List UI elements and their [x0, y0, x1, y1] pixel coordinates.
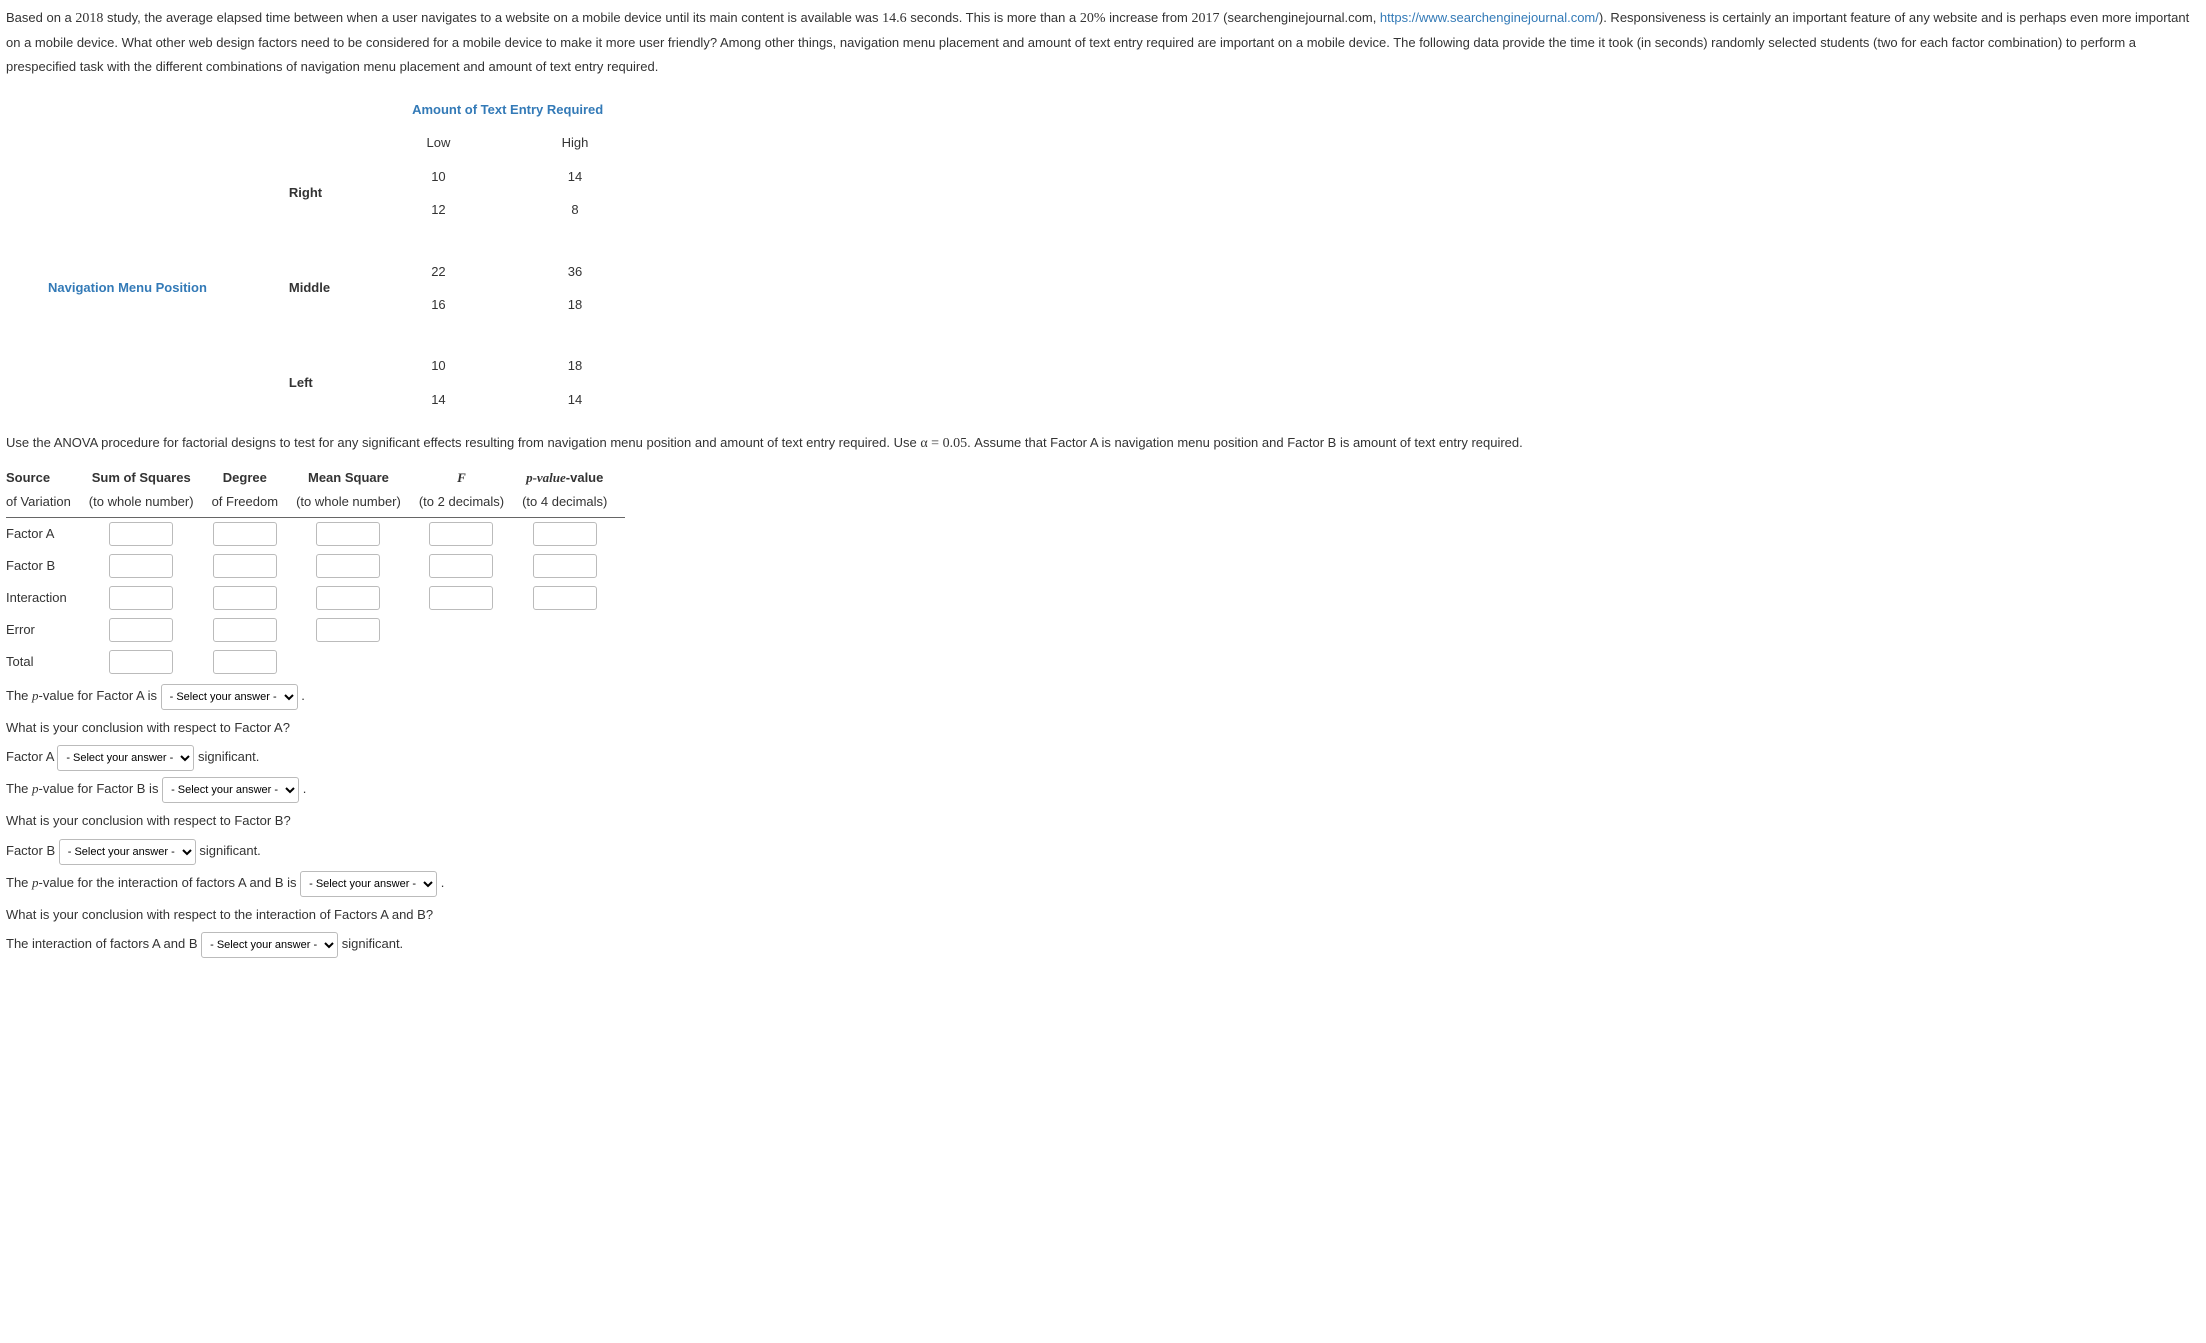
question-interaction-significant: The interaction of factors A and B - Sel… — [6, 932, 2200, 958]
text: study, the average elapsed time between … — [103, 10, 882, 25]
cell: 14 — [507, 161, 643, 192]
text: Based on a — [6, 10, 75, 25]
question-pvalue-factor-b: The p-value for Factor B is - Select you… — [6, 777, 2200, 803]
cell: 10 — [372, 161, 505, 192]
input-total-ss[interactable] — [109, 650, 173, 674]
percent-value: 20% — [1080, 11, 1106, 26]
input-factor-a-f[interactable] — [429, 522, 493, 546]
header-df: Degreeof Freedom — [212, 462, 296, 517]
input-interaction-df[interactable] — [213, 586, 277, 610]
input-total-df[interactable] — [213, 650, 277, 674]
question-pvalue-factor-a: The p-value for Factor A is - Select you… — [6, 684, 2200, 710]
cell: 22 — [372, 256, 505, 287]
select-interaction-significant[interactable]: - Select your answer - — [201, 932, 338, 958]
question-conclusion-interaction: What is your conclusion with respect to … — [6, 903, 2200, 926]
cell: 8 — [507, 194, 643, 225]
row-factor-b: Factor B — [6, 550, 89, 582]
select-pvalue-interaction[interactable]: - Select your answer - — [300, 871, 437, 897]
year-2017: 2017 — [1192, 11, 1220, 26]
question-pvalue-interaction: The p-value for the interaction of facto… — [6, 871, 2200, 897]
input-interaction-ss[interactable] — [109, 586, 173, 610]
seconds-value: 14.6 — [882, 11, 907, 26]
input-factor-b-f[interactable] — [429, 554, 493, 578]
anova-table: Sourceof Variation Sum of Squares(to who… — [6, 462, 625, 678]
input-factor-b-p[interactable] — [533, 554, 597, 578]
question-factor-b-significant: Factor B - Select your answer - signific… — [6, 839, 2200, 865]
data-table: Amount of Text Entry Required Low High R… — [6, 92, 645, 417]
question-conclusion-b: What is your conclusion with respect to … — [6, 809, 2200, 832]
row-factor-a: Factor A — [6, 518, 89, 551]
column-group-header: Amount of Text Entry Required — [372, 94, 643, 125]
cell: 14 — [507, 384, 643, 415]
input-factor-a-df[interactable] — [213, 522, 277, 546]
cell: 12 — [372, 194, 505, 225]
header-pvalue: p-value-value(to 4 decimals) — [522, 462, 625, 517]
col-low: Low — [372, 127, 505, 158]
row-error: Error — [6, 614, 89, 646]
text: (searchenginejournal.com, — [1220, 10, 1380, 25]
col-high: High — [507, 127, 643, 158]
text: seconds. This is more than a — [907, 10, 1080, 25]
header-ss: Sum of Squares(to whole number) — [89, 462, 212, 517]
text: increase from — [1106, 10, 1192, 25]
cell: 16 — [372, 289, 505, 320]
input-factor-a-ms[interactable] — [316, 522, 380, 546]
row-total: Total — [6, 646, 89, 678]
row-group-header: Navigation Menu Position — [8, 256, 247, 321]
source-link[interactable]: https://www.searchenginejournal.com/ — [1380, 10, 1599, 25]
input-factor-a-ss[interactable] — [109, 522, 173, 546]
question-factor-a-significant: Factor A - Select your answer - signific… — [6, 745, 2200, 771]
header-source: Sourceof Variation — [6, 462, 89, 517]
input-factor-b-ss[interactable] — [109, 554, 173, 578]
row-right: Right — [249, 161, 370, 226]
year-2018: 2018 — [75, 11, 103, 26]
input-factor-b-ms[interactable] — [316, 554, 380, 578]
row-middle: Middle — [249, 256, 370, 321]
cell: 18 — [507, 289, 643, 320]
header-f: F(to 2 decimals) — [419, 462, 522, 517]
question-conclusion-a: What is your conclusion with respect to … — [6, 716, 2200, 739]
select-pvalue-factor-b[interactable]: - Select your answer - — [162, 777, 299, 803]
text: Use the ANOVA procedure for factorial de… — [6, 435, 920, 450]
cell: 10 — [372, 350, 505, 381]
input-error-df[interactable] — [213, 618, 277, 642]
input-error-ms[interactable] — [316, 618, 380, 642]
input-interaction-f[interactable] — [429, 586, 493, 610]
alpha-value: α = 0.05 — [920, 436, 967, 451]
intro-paragraph: Based on a 2018 study, the average elaps… — [6, 6, 2200, 78]
row-left: Left — [249, 350, 370, 415]
input-factor-b-df[interactable] — [213, 554, 277, 578]
anova-instructions: Use the ANOVA procedure for factorial de… — [6, 431, 2200, 456]
text: . Assume that Factor A is navigation men… — [967, 435, 1523, 450]
cell: 18 — [507, 350, 643, 381]
select-factor-b-significant[interactable]: - Select your answer - — [59, 839, 196, 865]
row-interaction: Interaction — [6, 582, 89, 614]
select-factor-a-significant[interactable]: - Select your answer - — [57, 745, 194, 771]
header-ms: Mean Square(to whole number) — [296, 462, 419, 517]
cell: 36 — [507, 256, 643, 287]
cell: 14 — [372, 384, 505, 415]
select-pvalue-factor-a[interactable]: - Select your answer - — [161, 684, 298, 710]
input-error-ss[interactable] — [109, 618, 173, 642]
input-factor-a-p[interactable] — [533, 522, 597, 546]
input-interaction-p[interactable] — [533, 586, 597, 610]
input-interaction-ms[interactable] — [316, 586, 380, 610]
